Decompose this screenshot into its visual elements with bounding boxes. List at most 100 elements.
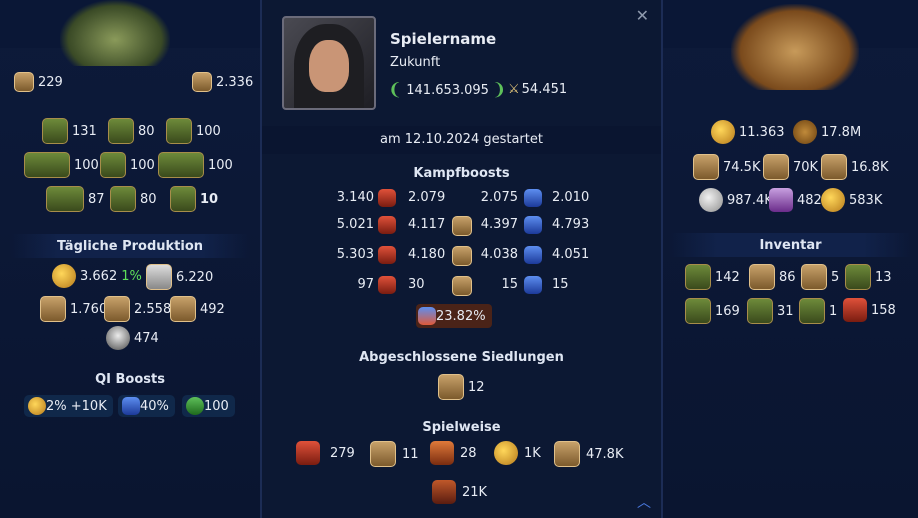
ge-icon	[370, 441, 396, 467]
building-value: 100	[130, 157, 155, 173]
boost-total: 23.82%	[416, 304, 492, 328]
blue-swords-icon	[524, 216, 542, 234]
defense-boost-value: 4.180	[408, 247, 446, 262]
inventory-value: 13	[875, 269, 892, 285]
coins-icon	[711, 120, 735, 144]
land-total-stat: 2.336	[192, 72, 253, 92]
inventory-item: 86	[749, 264, 796, 290]
sword-icon	[418, 307, 436, 325]
scroll-up-icon[interactable]: ︿	[637, 492, 651, 512]
trade-value: 1K	[524, 445, 541, 461]
building-icon	[100, 152, 126, 178]
right-panel: 11.363 17.8M 74.5K 70K 16.8K 987.4K 482 …	[663, 0, 918, 518]
defense-boost-value: 15	[552, 277, 569, 292]
red-swords-icon	[378, 246, 396, 264]
trade-stat: 1K	[494, 441, 541, 465]
daily-goods-value: 492	[200, 301, 225, 317]
left-panel: 229 2.336 131 80 100 100 100 100 87 80 1…	[0, 0, 260, 518]
player-avatar	[282, 16, 376, 110]
red-swords-icon	[378, 216, 396, 234]
daily-goods-value: 2.558	[134, 301, 172, 317]
start-date: am 12.10.2024 gestartet	[262, 126, 661, 154]
attack-boost-value: 5.303	[336, 247, 374, 262]
attack-boost-value: 97	[357, 277, 374, 292]
defense-boost-value: 2.010	[552, 190, 590, 205]
silver-icon	[699, 188, 723, 212]
inv-icon	[747, 298, 773, 324]
goods-value: 16.8K	[851, 159, 889, 175]
attack-boost-value: 4.397	[480, 217, 518, 232]
red-swords-icon	[378, 189, 396, 207]
inv-icon	[801, 264, 827, 290]
green-banner-icon	[452, 216, 472, 236]
fp-value: 21K	[462, 484, 488, 500]
battles-won-value: 54.451	[521, 82, 568, 97]
city-building-image	[60, 0, 170, 66]
gold-value: 583K	[849, 192, 883, 208]
events-value: 28	[460, 445, 477, 461]
settlements-stat: 12	[438, 374, 485, 400]
building-stat: 100	[24, 152, 99, 178]
player-name: Spielername	[390, 30, 497, 48]
statue-icon	[166, 118, 192, 144]
fp-stat: 21K	[432, 480, 487, 504]
defense-boost-value: 30	[408, 277, 425, 292]
fp-icon	[432, 480, 456, 504]
qi-attack-icon	[122, 397, 140, 415]
inventory-value: 1	[829, 303, 838, 319]
building-icon	[110, 186, 136, 212]
battles-won: ⚔ 54.451	[508, 82, 567, 97]
daily-goods: 492	[170, 296, 225, 322]
inventory-item: 5	[801, 264, 839, 290]
goods-value: 70K	[793, 159, 819, 175]
close-icon[interactable]: ✕	[636, 6, 649, 25]
inv-icon	[685, 264, 711, 290]
daily-coins: 3.662 1%	[52, 264, 142, 288]
land-icon	[192, 72, 212, 92]
medals-stat: 17.8M	[793, 120, 861, 144]
gold-stat: 583K	[821, 188, 882, 212]
gbg-icon	[296, 441, 320, 465]
blue-swords-icon	[524, 246, 542, 264]
blue-swords-icon	[524, 189, 542, 207]
building-icon	[170, 186, 196, 212]
inventory-title: Inventar	[669, 233, 912, 257]
building-icon	[46, 186, 84, 212]
coins-stat: 11.363	[711, 120, 785, 144]
helmet-icon	[106, 326, 130, 350]
resources-crate-image	[731, 4, 859, 90]
inventory-value: 158	[871, 302, 896, 318]
goods-icon	[693, 154, 719, 180]
motivate-icon	[554, 441, 580, 467]
qi-boosts-title: QI Boosts	[95, 372, 165, 387]
goods-stat: 74.5K	[693, 154, 760, 180]
land-icon	[14, 72, 34, 92]
inventory-item: 1	[799, 298, 837, 324]
ranking-points-value: 141.653.095	[406, 82, 489, 98]
ge-value: 11	[402, 446, 419, 462]
shield-icon	[452, 276, 472, 296]
defense-boost-value: 4.117	[408, 217, 446, 232]
avatar-face	[309, 40, 349, 92]
gems-stat: 482	[769, 188, 822, 212]
events-icon	[430, 441, 454, 465]
attack-boost-value: 2.075	[480, 190, 518, 205]
goods-stat: 70K	[763, 154, 818, 180]
qi-coins-value: 2% +10K	[46, 398, 107, 414]
building-stat: 10	[170, 186, 218, 212]
defense-boost-value: 4.793	[552, 217, 590, 232]
pyramid-icon	[452, 246, 472, 266]
blue-swords-icon	[524, 276, 542, 294]
inventory-item: 158	[843, 298, 896, 322]
inventory-item: 169	[685, 298, 740, 324]
silver-stat: 987.4K	[699, 188, 773, 212]
building-icon	[108, 118, 134, 144]
land-total-value: 2.336	[216, 74, 254, 90]
qi-attack-pill: 40%	[118, 395, 175, 417]
supplies-icon	[146, 264, 172, 290]
qi-coins-pill: 2% +10K	[24, 395, 113, 417]
inventory-value: 31	[777, 303, 794, 319]
gem-icon	[769, 188, 793, 212]
building-value: 80	[138, 123, 155, 139]
building-icon	[42, 118, 68, 144]
